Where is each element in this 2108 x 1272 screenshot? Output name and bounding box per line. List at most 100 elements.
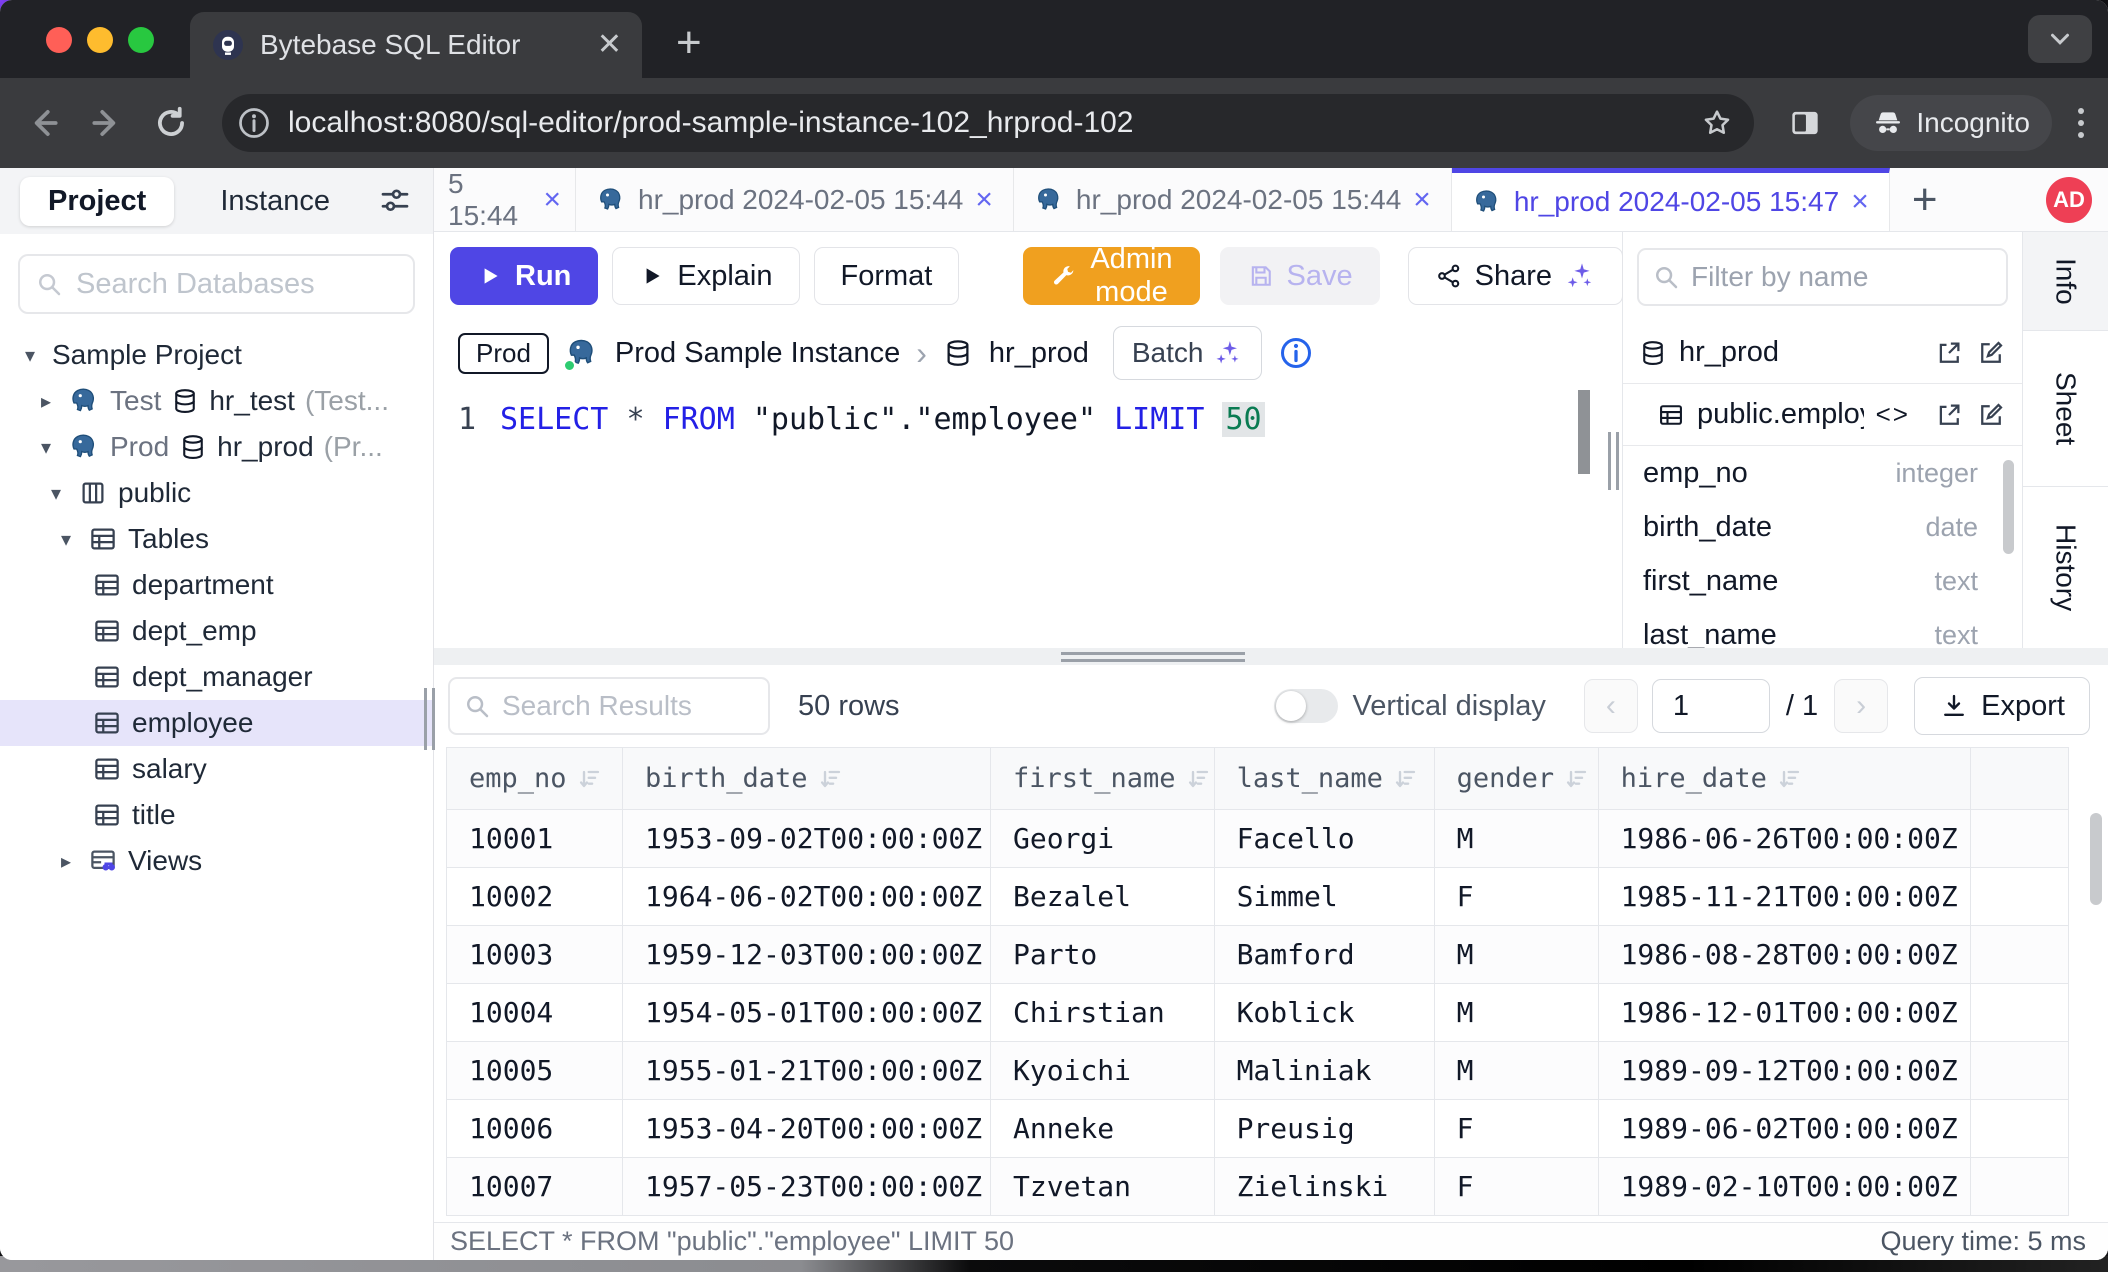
cell[interactable]: Georgi bbox=[991, 810, 1215, 868]
tab-history[interactable]: History bbox=[2023, 487, 2108, 648]
cell[interactable]: 1955-01-21T00:00:00Z bbox=[623, 1042, 991, 1100]
save-button[interactable]: Save bbox=[1220, 247, 1380, 305]
cell[interactable]: 1989-02-10T00:00:00Z bbox=[1598, 1158, 1970, 1216]
cell[interactable]: 10006 bbox=[447, 1100, 623, 1158]
tree-item-table-selected[interactable]: employee bbox=[0, 700, 433, 746]
cell[interactable]: 10001 bbox=[447, 810, 623, 868]
cell[interactable]: Simmel bbox=[1214, 868, 1434, 926]
cell[interactable]: 1953-09-02T00:00:00Z bbox=[623, 810, 991, 868]
cell[interactable]: 1953-04-20T00:00:00Z bbox=[623, 1100, 991, 1158]
cell[interactable]: 1959-12-03T00:00:00Z bbox=[623, 926, 991, 984]
database-name[interactable]: hr_prod bbox=[989, 337, 1089, 370]
editor-scrollbar-thumb[interactable] bbox=[1578, 390, 1590, 474]
close-tab-icon[interactable]: × bbox=[543, 183, 561, 217]
external-link-icon[interactable] bbox=[1934, 400, 1964, 430]
info-circle-icon[interactable] bbox=[1278, 335, 1314, 371]
side-panel-icon[interactable] bbox=[1786, 104, 1824, 142]
tree-item-schema[interactable]: ▾ public bbox=[0, 470, 433, 516]
column-header[interactable]: hire_date bbox=[1598, 748, 1970, 810]
code-toggle-icon[interactable]: <> bbox=[1876, 399, 1910, 430]
schema-filter-input[interactable] bbox=[1691, 261, 1994, 293]
tab-search-button[interactable] bbox=[2028, 15, 2092, 63]
forward-icon[interactable] bbox=[88, 104, 126, 142]
format-button[interactable]: Format bbox=[814, 247, 960, 305]
edit-icon[interactable] bbox=[1976, 338, 2006, 368]
cell[interactable]: Koblick bbox=[1214, 984, 1434, 1042]
cell[interactable]: 1989-09-12T00:00:00Z bbox=[1598, 1042, 1970, 1100]
cell[interactable]: F bbox=[1434, 1100, 1598, 1158]
tree-item-table[interactable]: dept_emp bbox=[0, 608, 433, 654]
vertical-display-toggle[interactable] bbox=[1274, 689, 1338, 723]
tab-info[interactable]: Info bbox=[2023, 232, 2108, 331]
cell[interactable]: M bbox=[1434, 926, 1598, 984]
cell[interactable]: Zielinski bbox=[1214, 1158, 1434, 1216]
tree-item-database[interactable]: ▸ Test hr_test (Test... bbox=[0, 378, 433, 424]
results-search[interactable] bbox=[448, 677, 770, 735]
explain-button[interactable]: Explain bbox=[612, 247, 799, 305]
database-search[interactable] bbox=[18, 254, 415, 314]
cell[interactable]: Anneke bbox=[991, 1100, 1215, 1158]
schema-database-row[interactable]: hr_prod bbox=[1623, 322, 2022, 384]
cell[interactable]: 10003 bbox=[447, 926, 623, 984]
tree-item-database[interactable]: ▾ Prod hr_prod (Pr... bbox=[0, 424, 433, 470]
tree-item-table[interactable]: dept_manager bbox=[0, 654, 433, 700]
sql-code-line[interactable]: SELECT * FROM "public"."employee" LIMIT … bbox=[500, 402, 1265, 437]
user-avatar[interactable]: AD bbox=[2046, 177, 2092, 223]
cell[interactable]: 1954-05-01T00:00:00Z bbox=[623, 984, 991, 1042]
cell[interactable]: 1986-06-26T00:00:00Z bbox=[1598, 810, 1970, 868]
table-row[interactable]: 100031959-12-03T00:00:00ZPartoBamfordM19… bbox=[447, 926, 2069, 984]
sheet-tab[interactable]: 5 15:44 × bbox=[434, 168, 576, 231]
tab-sheet[interactable]: Sheet bbox=[2023, 331, 2108, 487]
bookmark-star-icon[interactable] bbox=[1700, 106, 1734, 140]
column-row[interactable]: first_name text bbox=[1623, 554, 2022, 608]
cell[interactable]: F bbox=[1434, 1158, 1598, 1216]
cell[interactable]: Bamford bbox=[1214, 926, 1434, 984]
cell[interactable]: F bbox=[1434, 868, 1598, 926]
cell[interactable]: Parto bbox=[991, 926, 1215, 984]
schema-table-row[interactable]: public.employee <> bbox=[1623, 384, 2022, 446]
edit-icon[interactable] bbox=[1976, 400, 2006, 430]
instance-name[interactable]: Prod Sample Instance bbox=[615, 337, 900, 370]
cell[interactable]: 1985-11-21T00:00:00Z bbox=[1598, 868, 1970, 926]
sheet-tab[interactable]: hr_prod 2024-02-05 15:44 × bbox=[1014, 168, 1452, 231]
sheet-tab[interactable]: hr_prod 2024-02-05 15:44 × bbox=[576, 168, 1014, 231]
filter-sliders-icon[interactable] bbox=[377, 183, 413, 219]
export-button[interactable]: Export bbox=[1914, 677, 2090, 735]
cell[interactable]: 1964-06-02T00:00:00Z bbox=[623, 868, 991, 926]
table-row[interactable]: 100071957-05-23T00:00:00ZTzvetanZielinsk… bbox=[447, 1158, 2069, 1216]
cell[interactable]: 1989-06-02T00:00:00Z bbox=[1598, 1100, 1970, 1158]
cell[interactable]: Kyoichi bbox=[991, 1042, 1215, 1100]
editor-results-divider[interactable] bbox=[434, 648, 2108, 665]
cell[interactable]: Chirstian bbox=[991, 984, 1215, 1042]
panel-resize-handle[interactable] bbox=[1608, 432, 1619, 490]
table-row[interactable]: 100061953-04-20T00:00:00ZAnnekePreusigF1… bbox=[447, 1100, 2069, 1158]
prev-page-button[interactable]: ‹ bbox=[1584, 679, 1638, 733]
browser-menu-icon[interactable] bbox=[2078, 108, 2084, 138]
chevron-down-icon[interactable]: ▾ bbox=[18, 343, 42, 368]
browser-tab[interactable]: Bytebase SQL Editor ✕ bbox=[190, 12, 642, 78]
cell[interactable]: Preusig bbox=[1214, 1100, 1434, 1158]
database-search-input[interactable] bbox=[76, 268, 399, 301]
run-button[interactable]: Run bbox=[450, 247, 598, 305]
batch-button[interactable]: Batch bbox=[1113, 326, 1263, 380]
column-header[interactable]: last_name bbox=[1214, 748, 1434, 810]
sql-editor[interactable]: 1 SELECT * FROM "public"."employee" LIMI… bbox=[434, 386, 1622, 648]
column-header[interactable]: gender bbox=[1434, 748, 1598, 810]
cell[interactable]: M bbox=[1434, 1042, 1598, 1100]
minimize-window-button[interactable] bbox=[87, 27, 113, 53]
tree-item-table[interactable]: department bbox=[0, 562, 433, 608]
tree-item-project[interactable]: ▾ Sample Project bbox=[0, 332, 433, 378]
column-header[interactable]: first_name bbox=[991, 748, 1215, 810]
tab-project[interactable]: Project bbox=[20, 177, 174, 226]
tree-item-tables-group[interactable]: ▾ Tables bbox=[0, 516, 433, 562]
table-row[interactable]: 100051955-01-21T00:00:00ZKyoichiMaliniak… bbox=[447, 1042, 2069, 1100]
site-info-icon[interactable] bbox=[236, 105, 272, 141]
column-row[interactable]: emp_no integer bbox=[1623, 446, 2022, 500]
close-window-button[interactable] bbox=[46, 27, 72, 53]
zoom-window-button[interactable] bbox=[128, 27, 154, 53]
tree-item-table[interactable]: title bbox=[0, 792, 433, 838]
chevron-down-icon[interactable]: ▾ bbox=[54, 527, 78, 552]
table-row[interactable]: 100021964-06-02T00:00:00ZBezalelSimmelF1… bbox=[447, 868, 2069, 926]
share-button[interactable]: Share bbox=[1408, 247, 1623, 305]
cell[interactable]: M bbox=[1434, 810, 1598, 868]
